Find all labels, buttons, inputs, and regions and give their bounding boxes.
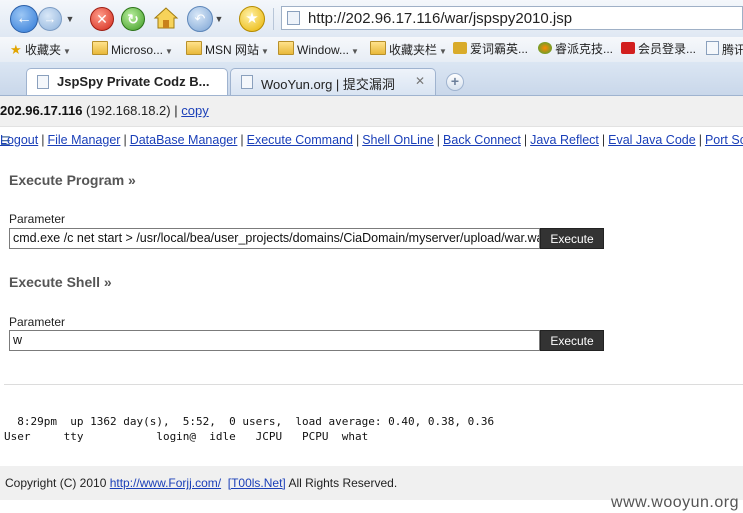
menu-separator: | [698,133,702,147]
menu-logout[interactable]: Logout [0,133,38,147]
history-dropdown-icon[interactable]: ▼ [212,13,226,25]
favorites-item-tencent[interactable]: 腾讯 [706,41,743,58]
favorites-item-msn[interactable]: MSN 网站 ▼ [186,41,269,58]
command-output: 8:29pm up 1362 day(s), 5:52, 0 users, lo… [4,414,494,444]
favorites-item-ruipai[interactable]: 睿派克技... [538,41,613,58]
favorites-menu[interactable]: ★ 收藏夹 ▼ [10,41,71,58]
chevron-down-icon: ▼ [261,47,269,56]
output-line: User tty login@ idle JCPU PCPU what [4,430,369,443]
menu-separator: | [123,133,127,147]
program-parameter-label: Parameter [9,212,66,226]
stop-icon[interactable]: ✕ [90,7,114,31]
footer-suffix: All Rights Reserved. [285,476,398,490]
toolbar-divider [273,8,274,30]
page-icon [37,75,49,89]
history-back-icon[interactable]: ↶ [187,6,213,32]
favorites-item-label: 爱词霸英... [470,42,529,56]
url-text[interactable]: http://202.96.17.116/war/jspspy2010.jsp [308,10,572,27]
browser-toolbar: ← → ▼ ✕ ↻ ↶ ▼ ★ http://202.96.17.116/war… [0,0,743,38]
nav-dropdown-icon[interactable]: ▼ [63,13,77,25]
page-icon [287,11,300,25]
chevron-down-icon: ▼ [63,47,71,56]
tab-label: JspSpy Private Codz B... [57,74,210,89]
server-ip: 202.96.17.116 [0,103,83,118]
page-icon [241,75,253,89]
favorites-item-label: Window... [297,43,350,57]
execute-program-heading: Execute Program » [9,172,136,188]
favorites-item-label: Microso... [111,43,164,57]
local-ip: (192.168.18.2) [86,103,171,118]
shell-parameter-input[interactable]: w [9,330,540,351]
menu-back-connect[interactable]: Back Connect [443,133,521,147]
footer-prefix: Copyright (C) 2010 [5,476,110,490]
menu-eval-java-code[interactable]: Eval Java Code [608,133,696,147]
folder-icon [278,41,294,55]
site-icon [621,42,635,54]
menu-execute-command[interactable]: Execute Command [247,133,353,147]
menu-port-scan[interactable]: Port Scan [705,133,743,147]
home-icon[interactable] [153,6,179,30]
watermark: www.wooyun.org [611,494,739,511]
address-bar[interactable]: http://202.96.17.116/war/jspspy2010.jsp [281,6,743,30]
favorites-item-login[interactable]: 会员登录... [621,41,696,58]
divider [4,384,743,385]
shell-parameter-label: Parameter [9,315,66,329]
favorites-item-bar[interactable]: 收藏夹栏 ▼ [370,41,447,58]
menu-separator: | [355,133,360,147]
execute-shell-heading: Execute Shell » [9,274,112,290]
server-info-bar: 202.96.17.116 (192.168.18.2) | copy [0,96,743,127]
favorites-star-icon[interactable]: ★ [239,6,265,32]
menu-file-manager[interactable]: File Manager [47,133,120,147]
chevron-down-icon: ▼ [351,47,359,56]
tab-label: WooYun.org | 提交漏洞 [261,77,395,92]
favorites-item-iciba[interactable]: 爱词霸英... [453,41,528,58]
new-tab-icon[interactable]: + [446,73,464,91]
folder-icon [186,41,202,55]
program-parameter-input[interactable]: cmd.exe /c net start > /usr/local/bea/us… [9,228,540,249]
favorites-bar: ★ 收藏夹 ▼ Microso... ▼ MSN 网站 ▼ Window... ▼ 收藏… [0,37,743,63]
menu-separator: | [436,133,441,147]
execute-shell-button[interactable]: Execute [540,330,604,351]
copy-link[interactable]: copy [181,103,208,118]
menu-java-reflect[interactable]: Java Reflect [530,133,599,147]
menu-separator: | [41,133,45,147]
close-icon[interactable]: ✕ [413,74,427,88]
site-icon [538,42,552,54]
back-arrow-icon[interactable]: ← [10,5,38,33]
chevron-down-icon: ▼ [165,47,173,56]
menu-separator: | [601,133,606,147]
site-icon [453,42,467,54]
t00ls-link[interactable]: [T00ls.Net] [228,476,286,490]
folder-icon [92,41,108,55]
refresh-icon[interactable]: ↻ [121,7,145,31]
chevron-down-icon: ▼ [439,47,447,56]
folder-icon [370,41,386,55]
favorites-item-label: 收藏夹栏 [389,43,438,57]
menu-shell-online[interactable]: Shell OnLine [362,133,434,147]
tab-jspspy[interactable]: JspSpy Private Codz B... [26,68,228,95]
forjj-link[interactable]: http://www.Forjj.com/ [110,476,221,490]
favorites-item-label: 腾讯 [722,43,743,57]
star-icon: ★ [10,42,22,57]
favorites-item-label: 睿派克技... [555,42,614,56]
execute-program-button[interactable]: Execute [540,228,604,249]
site-icon [706,41,719,55]
favorites-item-label: 会员登录... [638,42,697,56]
menu-separator: | [523,133,528,147]
tab-bar: ☰ JspSpy Private Codz B... WooYun.org | … [0,62,743,148]
menu-separator: | [240,133,244,147]
favorites-item-windows[interactable]: Window... ▼ [278,41,359,58]
favorites-item-label: MSN 网站 [205,43,260,57]
menu-database-manager[interactable]: DataBase Manager [130,133,238,147]
output-line: 8:29pm up 1362 day(s), 5:52, 0 users, lo… [4,415,495,428]
info-separator: | [174,103,178,118]
tab-wooyun[interactable]: WooYun.org | 提交漏洞 ✕ [230,68,436,95]
favorites-label: 收藏夹 [25,43,62,57]
favorites-item-microsoft[interactable]: Microso... ▼ [92,41,173,58]
forward-arrow-icon[interactable]: → [38,7,62,31]
main-menu: Logout | File Manager | DataBase Manager | Exe… [0,131,743,151]
